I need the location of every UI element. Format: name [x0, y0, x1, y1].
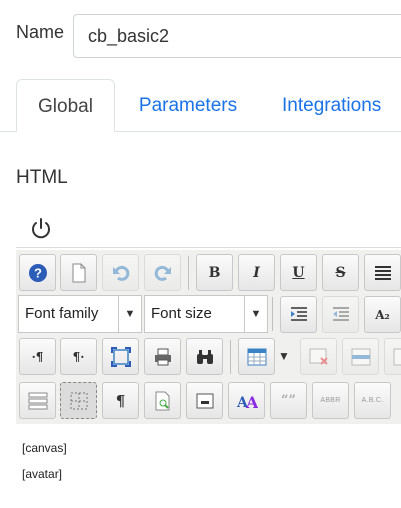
blockquote-button[interactable]: “”	[270, 382, 307, 419]
fullscreen-icon	[110, 346, 131, 367]
undo-icon[interactable]	[102, 254, 139, 291]
italic-button[interactable]: I	[238, 254, 275, 291]
acronym-icon: A.B.C.	[361, 397, 384, 404]
text-style-icon: AA	[236, 393, 258, 411]
template-button[interactable]	[186, 382, 223, 419]
abbr-icon: ABBR	[320, 397, 341, 404]
search-button[interactable]	[186, 338, 223, 375]
pilcrow-icon: ¶	[115, 391, 126, 410]
grid-icon	[70, 392, 87, 409]
bold-icon: B	[208, 264, 221, 281]
preview-icon	[155, 391, 169, 410]
quote-icon: “”	[281, 393, 296, 408]
strikethrough-icon: S	[335, 264, 346, 281]
justify-icon	[374, 265, 391, 280]
print-icon	[154, 348, 171, 365]
show-paragraphs-button[interactable]: ¶	[102, 382, 139, 419]
content-line-avatar: [avatar]	[22, 467, 63, 481]
fullscreen-button[interactable]	[102, 338, 139, 375]
rtl-button[interactable]: ¶·	[60, 338, 97, 375]
binoculars-icon	[196, 349, 213, 364]
table-row-icon	[351, 348, 370, 365]
outdent-icon	[332, 306, 349, 321]
tab-integrations[interactable]: Integrations	[268, 79, 401, 132]
editor-border	[16, 247, 401, 248]
print-button[interactable]	[144, 338, 181, 375]
rows-icon	[28, 392, 47, 409]
preview-button[interactable]	[144, 382, 181, 419]
indent-button[interactable]	[280, 296, 317, 333]
font-size-value: Font size	[151, 305, 212, 322]
section-title: HTML	[16, 167, 68, 188]
chevron-down-icon: ▼	[244, 296, 267, 332]
outdent-button[interactable]	[322, 296, 359, 333]
indent-icon	[290, 306, 307, 321]
rtl-icon: ¶·	[72, 349, 85, 364]
table-col-button[interactable]	[384, 338, 401, 375]
svg-text:?: ?	[34, 265, 42, 280]
table-icon	[247, 348, 266, 365]
abbr-button[interactable]: ABBR	[312, 382, 349, 419]
bold-button[interactable]: B	[196, 254, 233, 291]
horizontal-rule-button[interactable]	[19, 382, 56, 419]
subscript-icon: A₂	[375, 307, 390, 322]
font-family-value: Font family	[25, 305, 99, 322]
delete-table-icon	[309, 348, 328, 365]
italic-icon: I	[253, 264, 260, 281]
toolbar-separator	[230, 340, 231, 374]
table-col-icon	[393, 348, 401, 365]
styles-button[interactable]: AA	[228, 382, 265, 419]
acronym-button[interactable]: A.B.C.	[354, 382, 391, 419]
tab-parameters[interactable]: Parameters	[126, 79, 250, 132]
table-button[interactable]	[238, 338, 275, 375]
tabs-bar: Global Parameters Integrations	[0, 79, 401, 133]
underline-button[interactable]: U	[280, 254, 317, 291]
editor-toolbar: ? B I U S Font family ▼ Font size ▼ A₂ ·…	[16, 250, 401, 424]
delete-table-button[interactable]	[300, 338, 337, 375]
tab-global[interactable]: Global	[16, 79, 115, 132]
redo-icon[interactable]	[144, 254, 181, 291]
table-dropdown-icon[interactable]: ▼	[278, 349, 290, 363]
strikethrough-button[interactable]: S	[322, 254, 359, 291]
new-document-icon[interactable]	[60, 254, 97, 291]
table-row-button[interactable]	[342, 338, 379, 375]
name-label: Name	[16, 22, 65, 42]
justify-button[interactable]	[364, 254, 401, 291]
toolbar-separator	[272, 297, 273, 331]
ltr-button[interactable]: ·¶	[19, 338, 56, 375]
editor-content[interactable]: [canvas] [avatar]	[16, 424, 401, 508]
subscript-button[interactable]: A₂	[364, 296, 401, 333]
chevron-down-icon: ▼	[118, 296, 141, 332]
help-icon[interactable]: ?	[19, 254, 56, 291]
visual-aid-button[interactable]	[60, 382, 97, 419]
toolbar-separator	[188, 256, 189, 290]
ltr-icon: ·¶	[31, 349, 44, 364]
font-size-select[interactable]: Font size ▼	[144, 295, 268, 333]
font-family-select[interactable]: Font family ▼	[18, 295, 142, 333]
power-icon[interactable]	[28, 215, 54, 241]
content-line-canvas: [canvas]	[22, 441, 67, 455]
template-icon	[196, 393, 213, 408]
underline-icon: U	[292, 264, 305, 281]
name-input[interactable]	[73, 14, 401, 58]
svg-text:A: A	[245, 393, 258, 411]
